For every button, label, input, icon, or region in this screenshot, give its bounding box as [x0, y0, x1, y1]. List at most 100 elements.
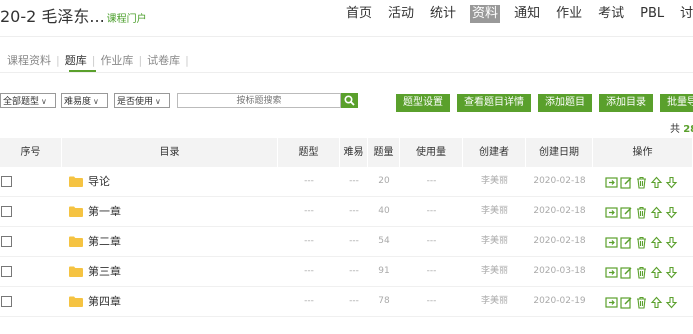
cell-type: --- [304, 266, 314, 276]
tab-separator: | [91, 54, 96, 67]
folder-icon [69, 206, 83, 217]
col-creator: 创建者 [463, 138, 526, 167]
type-filter-select[interactable]: 全部题型 ∨ [0, 93, 56, 108]
row-checkbox[interactable] [1, 296, 12, 307]
delete-icon[interactable] [635, 234, 649, 249]
row-actions [605, 174, 680, 189]
cell-usage: --- [426, 206, 437, 216]
table-header: 序号 目录 题型 难易 题量 使用量 创建者 创建日期 操作 [0, 138, 693, 167]
cell-type: --- [304, 296, 314, 306]
move-icon[interactable] [605, 234, 619, 248]
folder-icon [69, 176, 83, 187]
directory-name[interactable]: 第二章 [88, 227, 121, 256]
search-icon [344, 95, 355, 106]
cell-count: 54 [378, 236, 390, 246]
nav-materials[interactable]: 资料 [470, 5, 501, 23]
search-button[interactable] [341, 93, 358, 108]
move-down-icon[interactable] [665, 234, 679, 249]
edit-icon[interactable] [620, 264, 634, 279]
move-up-icon[interactable] [650, 204, 664, 219]
col-actions: 操作 [593, 138, 693, 167]
delete-icon[interactable] [635, 294, 649, 309]
nav-exams[interactable]: 考试 [596, 5, 626, 23]
cell-usage: --- [426, 236, 437, 246]
edit-icon[interactable] [620, 294, 634, 309]
move-up-icon[interactable] [650, 294, 664, 309]
row-checkbox[interactable] [1, 176, 12, 187]
delete-icon[interactable] [635, 174, 649, 189]
directory-name[interactable]: 第一章 [88, 197, 121, 226]
tab-separator: | [56, 54, 60, 67]
main-nav: 首页 活动 统计 资料 通知 作业 考试 PBL 讨论 [344, 5, 693, 23]
directory-name[interactable]: 第三章 [88, 257, 121, 286]
move-down-icon[interactable] [665, 204, 679, 219]
cell-type: --- [304, 236, 314, 246]
nav-home[interactable]: 首页 [344, 5, 374, 23]
tab-exam-bank[interactable]: 试卷库 [147, 54, 180, 67]
row-checkbox[interactable] [1, 206, 12, 217]
batch-import-button[interactable]: 批量导入 [660, 94, 693, 112]
add-question-button[interactable]: 添加题目 [538, 94, 592, 112]
row-checkbox[interactable] [1, 236, 12, 247]
row-actions [605, 204, 680, 219]
move-icon[interactable] [605, 204, 619, 218]
folder-icon [69, 296, 83, 307]
tab-course-materials[interactable]: 课程资料 [7, 54, 51, 67]
table-row: 第三章 --- --- 91 --- 李美丽 2020-03-18 [0, 257, 693, 287]
type-settings-button[interactable]: 题型设置 [396, 94, 450, 112]
cell-created-date: 2020-02-18 [533, 236, 586, 246]
cell-difficulty: --- [349, 206, 359, 216]
col-index: 序号 [0, 138, 62, 167]
move-down-icon[interactable] [665, 294, 679, 309]
usage-filter-value: 是否使用 [117, 97, 154, 107]
delete-icon[interactable] [635, 204, 649, 219]
add-directory-button[interactable]: 添加目录 [599, 94, 653, 112]
tab-homework-bank[interactable]: 作业库 [100, 54, 133, 67]
nav-discussion[interactable]: 讨论 [678, 5, 693, 23]
cell-created-date: 2020-02-18 [533, 176, 586, 186]
cell-count: 20 [378, 176, 390, 186]
cell-creator: 李美丽 [480, 176, 508, 186]
move-icon[interactable] [605, 264, 619, 278]
move-down-icon[interactable] [665, 264, 679, 279]
edit-icon[interactable] [620, 174, 634, 189]
tab-question-bank[interactable]: 题库 [65, 54, 87, 67]
cell-count: 78 [378, 296, 390, 306]
delete-icon[interactable] [635, 264, 649, 279]
row-checkbox[interactable] [1, 266, 12, 277]
directory-name[interactable]: 第四章 [88, 287, 121, 316]
chevron-down-icon: ∨ [155, 97, 161, 106]
tab-separator: | [138, 54, 143, 67]
col-directory: 目录 [62, 138, 278, 167]
edit-icon[interactable] [620, 204, 634, 219]
nav-statistics[interactable]: 统计 [428, 5, 458, 23]
table-row: 导论 --- --- 20 --- 李美丽 2020-02-18 [0, 167, 693, 197]
col-count: 题量 [368, 138, 400, 167]
directory-name[interactable]: 导论 [88, 167, 110, 196]
nav-homework[interactable]: 作业 [554, 5, 584, 23]
cell-created-date: 2020-02-18 [533, 206, 586, 216]
cell-usage: --- [426, 266, 437, 276]
cell-created-date: 2020-03-18 [533, 266, 586, 276]
row-actions [605, 234, 680, 249]
search-input[interactable] [177, 93, 341, 108]
usage-filter-select[interactable]: 是否使用 ∨ [114, 93, 170, 108]
col-type: 题型 [278, 138, 340, 167]
edit-icon[interactable] [620, 234, 634, 249]
move-up-icon[interactable] [650, 234, 664, 249]
cell-difficulty: --- [349, 266, 359, 276]
difficulty-filter-select[interactable]: 难易度 ∨ [61, 93, 108, 108]
move-icon[interactable] [605, 174, 619, 188]
col-difficulty: 难易 [340, 138, 368, 167]
view-details-button[interactable]: 查看题目详情 [457, 94, 531, 112]
course-title: 20-2 毛泽东... 课程门户 [0, 3, 147, 27]
move-up-icon[interactable] [650, 174, 664, 189]
nav-notices[interactable]: 通知 [512, 5, 542, 23]
portal-link[interactable]: 课程门户 [107, 14, 147, 25]
move-icon[interactable] [605, 294, 619, 308]
move-down-icon[interactable] [665, 174, 679, 189]
cell-difficulty: --- [349, 236, 359, 246]
nav-pbl[interactable]: PBL [638, 5, 666, 23]
nav-activities[interactable]: 活动 [386, 5, 416, 23]
move-up-icon[interactable] [650, 264, 664, 279]
